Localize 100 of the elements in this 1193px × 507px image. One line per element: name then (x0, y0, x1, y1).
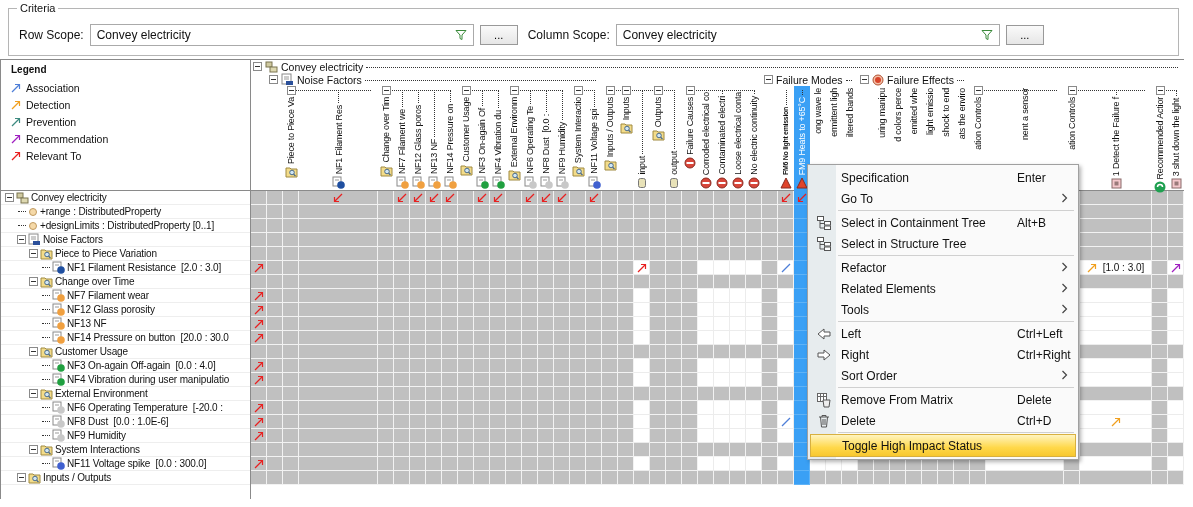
column-header[interactable]: NF8 Dust [0.0 : (540, 114, 552, 174)
collapse-icon[interactable] (17, 473, 26, 482)
collapse-icon[interactable] (1067, 86, 1077, 95)
collapse-icon[interactable] (29, 445, 38, 454)
tree-item[interactable]: NF12 Glass porosity (67, 304, 155, 315)
menu-item[interactable]: Select in Structure Tree (810, 233, 1076, 254)
column-header[interactable]: Change over Tim (380, 97, 392, 163)
collapse-icon[interactable] (509, 86, 519, 95)
column-header[interactable]: shock to end (940, 88, 952, 137)
column-header[interactable]: NF14 Pressure on (444, 104, 456, 174)
collapse-icon[interactable] (860, 75, 869, 84)
column-header[interactable]: ation Controls (972, 97, 984, 150)
collapse-icon[interactable] (29, 249, 38, 258)
tree-item[interactable]: NF1 Filament Resistance [2.0 : 3.0] (67, 262, 222, 273)
collapse-icon[interactable] (685, 86, 695, 95)
tree-item[interactable]: Change over Time (55, 276, 135, 287)
column-header[interactable]: Convey electricity (281, 60, 364, 73)
tree-item[interactable]: NF3 On-again Off-again [0.0 : 4.0] (67, 360, 216, 371)
column-header[interactable]: System Interactio (572, 97, 584, 164)
scope-combo-box[interactable]: Convey electricity (89, 24, 474, 46)
tree-item[interactable]: NF8 Dust [0.0 : 1.0E-6] (67, 416, 169, 427)
column-header[interactable]: input (636, 156, 648, 175)
tree-item[interactable]: Piece to Piece Variation (55, 248, 157, 259)
menu-item[interactable]: Delete Ctrl+D (810, 410, 1076, 431)
collapse-icon[interactable] (5, 193, 14, 202)
column-header[interactable]: ation Controls (1066, 97, 1078, 150)
menu-item[interactable]: Left Ctrl+Left (810, 323, 1076, 344)
menu-item[interactable]: Go To (810, 188, 1076, 209)
tree-item[interactable]: NF13 NF (67, 318, 107, 329)
column-header[interactable]: NF13 NF (428, 138, 440, 174)
column-header[interactable]: Noise Factors (297, 73, 362, 86)
collapse-icon[interactable] (621, 86, 631, 95)
column-header[interactable]: External Environm (508, 97, 520, 168)
column-header[interactable]: NF11 Voltage spi (588, 109, 600, 174)
column-header[interactable]: ermittent ligh (828, 88, 840, 137)
collapse-icon[interactable] (17, 235, 26, 244)
collapse-icon[interactable] (29, 389, 38, 398)
collapse-icon[interactable] (381, 86, 391, 95)
collapse-icon[interactable] (461, 86, 471, 95)
column-header[interactable]: Inputs / Outputs (604, 97, 616, 158)
column-header[interactable]: Failure Effects (887, 73, 954, 86)
menu-item[interactable]: Refactor (810, 257, 1076, 278)
column-header[interactable]: ats the enviro (956, 88, 968, 140)
menu-item[interactable]: Right Ctrl+Right (810, 344, 1076, 365)
column-header[interactable]: NF7 Filament we (396, 108, 408, 174)
collapse-icon[interactable] (605, 86, 615, 95)
tree-item[interactable]: External Environment (55, 388, 148, 399)
tree-item[interactable]: NF14 Pressure on button [20.0 : 30.0 (67, 332, 229, 343)
collapse-icon[interactable] (1155, 86, 1165, 95)
column-header[interactable]: Outputs (652, 97, 664, 128)
menu-item[interactable]: Select in Containment Tree Alt+B (810, 212, 1076, 233)
menu-item[interactable]: Remove From Matrix Delete (810, 389, 1076, 410)
column-header[interactable]: d colors perce (892, 88, 904, 142)
menu-item[interactable]: Specification Enter (810, 167, 1076, 188)
menu-item[interactable]: Toggle High Impact Status (810, 434, 1076, 457)
column-header[interactable]: No electric continuity (748, 96, 760, 175)
collapse-icon[interactable] (253, 62, 262, 71)
column-header[interactable]: NF4 Vibration du (492, 109, 504, 174)
column-header[interactable]: Piece to Piece Va (285, 97, 297, 164)
browse-button[interactable]: ... (1005, 25, 1044, 45)
column-header[interactable]: NF9 Humidity (556, 121, 568, 174)
collapse-icon[interactable] (269, 75, 278, 84)
column-header[interactable]: nent a sensor (1019, 88, 1031, 140)
scope-combo-box[interactable]: Convey electricity (615, 24, 1000, 46)
column-header[interactable]: Recommended Actior (1154, 97, 1166, 180)
column-header[interactable]: uring manipu (876, 88, 888, 138)
tree-item[interactable]: +designLimits : DistributedProperty [0..1] (40, 220, 215, 231)
column-header[interactable]: 3 shut down the light (1170, 97, 1182, 176)
column-header[interactable]: Customer Usage (460, 97, 472, 162)
menu-item[interactable]: Tools (810, 299, 1076, 320)
tree-item[interactable]: NF6 Operating Temperature [-20.0 : (67, 402, 223, 413)
column-header[interactable]: Corroded electrical co (700, 92, 712, 176)
collapse-icon[interactable] (653, 86, 663, 95)
column-header[interactable]: ong wave le (812, 88, 824, 134)
menu-item[interactable]: Sort Order (810, 365, 1076, 386)
tree-item[interactable]: Noise Factors (43, 234, 103, 245)
collapse-icon[interactable] (29, 277, 38, 286)
tree-item[interactable]: Inputs / Outputs (43, 472, 112, 483)
tree-item[interactable]: NF4 Vibration during user manipulatio (67, 374, 230, 385)
collapse-icon[interactable] (764, 75, 773, 84)
tree-item[interactable]: NF7 Filament wear (67, 290, 149, 301)
column-header[interactable]: iltered bands (844, 88, 856, 137)
tree-item[interactable]: System Interactions (55, 444, 140, 455)
collapse-icon[interactable] (29, 347, 38, 356)
menu-item[interactable]: Related Elements (810, 278, 1076, 299)
column-header[interactable]: Contaminated electri (716, 96, 728, 175)
collapse-icon[interactable] (573, 86, 583, 95)
column-header[interactable]: emitted whe (908, 88, 920, 135)
tree-item[interactable]: +range : DistributedProperty (40, 206, 162, 217)
collapse-icon[interactable] (973, 86, 983, 95)
tree-item[interactable]: Customer Usage (55, 346, 128, 357)
collapse-icon[interactable] (286, 86, 296, 95)
tree-item[interactable]: Convey electricity (31, 192, 107, 203)
column-header[interactable]: light emissio (924, 88, 936, 135)
tree-item[interactable]: NF11 Voltage spike [0.0 : 300.0] (67, 458, 207, 469)
column-header[interactable]: NF12 Glass poros (412, 104, 424, 174)
column-header[interactable]: Inputs (620, 97, 632, 121)
column-header[interactable]: output (668, 151, 680, 175)
column-header[interactable]: NF1 Filament Res (332, 104, 345, 174)
column-header[interactable]: 1 Detect the Failure f (1110, 96, 1122, 176)
